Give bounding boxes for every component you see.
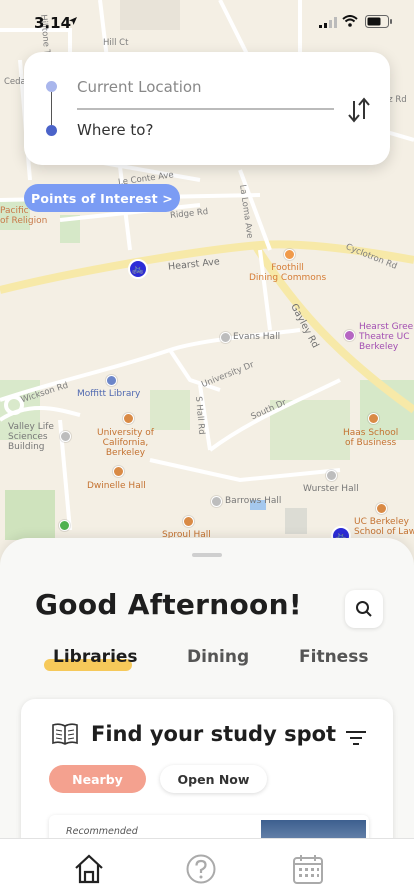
building-icon[interactable] — [211, 496, 222, 507]
tab-bar — [0, 838, 414, 896]
bottom-sheet[interactable]: Good Afternoon! Libraries Dining Fitness… — [0, 538, 414, 859]
route-card: Current Location Where to? — [24, 52, 390, 165]
origin-input[interactable]: Current Location — [77, 78, 202, 96]
place-dwinelle[interactable]: Dwinelle Hall — [87, 481, 146, 491]
study-spot-card: Find your study spot Nearby Open Now Rec… — [21, 699, 393, 859]
search-button[interactable] — [345, 590, 383, 628]
recommended-label: Recommended — [66, 826, 138, 837]
street-cedar: Ceda — [4, 77, 26, 87]
origin-dot — [46, 81, 57, 92]
destination-input[interactable]: Where to? — [77, 121, 153, 139]
nearby-chip[interactable]: Nearby — [49, 765, 146, 793]
home-icon[interactable] — [73, 853, 105, 885]
university-icon[interactable] — [123, 413, 134, 424]
place-uc-berkeley[interactable]: University of California, Berkeley — [97, 428, 154, 458]
study-card-title: Find your study spot — [91, 722, 337, 746]
tab-fitness[interactable]: Fitness — [299, 647, 368, 667]
fork-icon[interactable] — [284, 249, 295, 260]
place-valley-life[interactable]: Valley Life Sciences Building — [8, 422, 54, 452]
status-time: 3.14 — [34, 14, 72, 32]
place-barrows[interactable]: Barrows Hall — [225, 496, 281, 506]
battery-icon — [365, 15, 392, 28]
open-book-icon — [52, 723, 78, 745]
filter-icon[interactable] — [345, 730, 367, 746]
university-icon[interactable] — [368, 413, 379, 424]
university-icon[interactable] — [113, 466, 124, 477]
theatre-icon[interactable] — [344, 330, 355, 341]
bike-station-icon[interactable]: 🚲 — [128, 259, 148, 279]
cellular-signal-icon — [319, 17, 337, 28]
university-icon[interactable] — [376, 503, 387, 514]
location-arrow-icon — [69, 17, 77, 25]
place-evans[interactable]: Evans Hall — [233, 332, 280, 342]
calendar-icon[interactable] — [292, 853, 324, 885]
place-moffitt[interactable]: Moffitt Library — [77, 389, 140, 399]
points-of-interest-button[interactable]: Points of Interest > — [24, 184, 180, 212]
university-icon[interactable] — [183, 516, 194, 527]
place-foothill[interactable]: Foothill Dining Commons — [249, 263, 326, 283]
route-divider — [77, 108, 334, 110]
park-icon[interactable] — [59, 520, 70, 531]
place-uc-law[interactable]: UC Berkeley School of Law — [354, 517, 414, 537]
building-icon[interactable] — [60, 431, 71, 442]
tab-libraries[interactable]: Libraries — [53, 647, 138, 667]
search-icon — [356, 601, 372, 617]
building-icon[interactable] — [220, 332, 231, 343]
swap-arrows-icon[interactable] — [344, 95, 374, 125]
place-haas[interactable]: Haas School of Business — [343, 428, 398, 448]
building-icon[interactable] — [326, 470, 337, 481]
sheet-handle[interactable] — [192, 553, 222, 557]
greeting-title: Good Afternoon! — [35, 588, 302, 621]
place-hearst-greek[interactable]: Hearst Gree Theatre UC Berkeley — [359, 322, 413, 352]
destination-dot — [46, 125, 57, 136]
wifi-icon — [342, 15, 358, 27]
open-now-chip[interactable]: Open Now — [160, 765, 267, 793]
library-icon[interactable] — [106, 375, 117, 386]
place-wurster[interactable]: Wurster Hall — [303, 484, 359, 494]
question-icon[interactable] — [185, 853, 217, 885]
status-bar: 3.14 — [0, 0, 414, 46]
tab-dining[interactable]: Dining — [187, 647, 249, 667]
route-line — [51, 92, 52, 125]
